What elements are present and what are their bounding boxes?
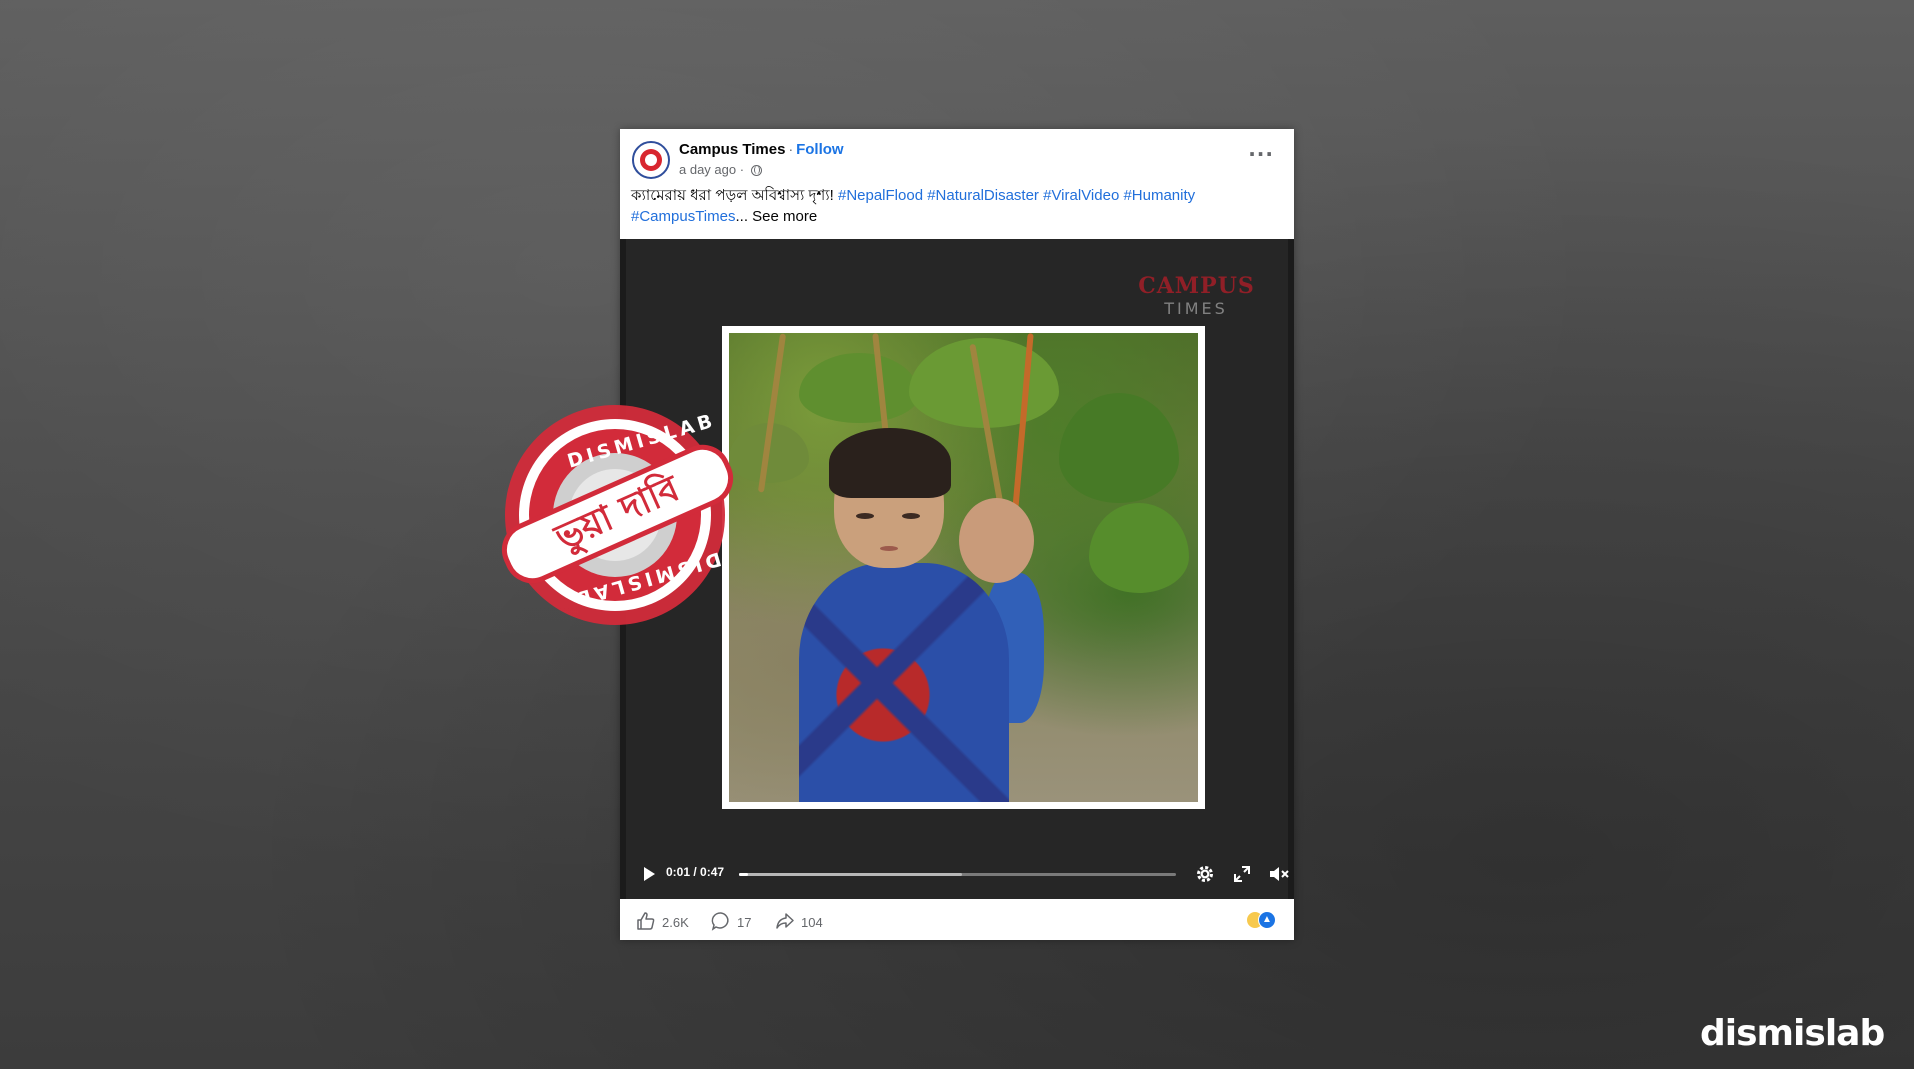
leaf	[1059, 393, 1179, 503]
child-shirt	[799, 563, 1009, 802]
reactions-summary[interactable]: ▲	[1246, 910, 1282, 930]
post-caption: ক্যামেরায় ধরা পড়ল অবিশ্বাস্য দৃশ্য! #N…	[631, 185, 1281, 227]
more-options-icon[interactable]: ···	[1248, 144, 1274, 164]
video-controls: 0:01 / 0:47	[632, 849, 1294, 899]
avatar-logo-center	[645, 154, 657, 166]
video-watermark: CAMPUS	[1138, 273, 1255, 299]
page-name-link[interactable]: Campus Times	[679, 141, 785, 158]
thumbs-up-icon	[637, 912, 655, 930]
video-thumbnail-children-in-forest	[729, 333, 1198, 802]
leaf	[799, 353, 919, 423]
hashtag-link[interactable]: #Humanity	[1123, 187, 1195, 204]
share-button[interactable]: 104	[775, 911, 823, 931]
fake-claim-stamp: DISMISLAB DISMISLAB ভুয়া দাবি	[492, 400, 743, 630]
video-photo-frame	[722, 326, 1205, 809]
baby-head	[959, 498, 1034, 583]
hashtag-link[interactable]: #CampusTimes	[631, 208, 735, 225]
comment-button[interactable]: 17	[711, 911, 751, 931]
play-icon[interactable]	[644, 867, 655, 881]
mute-icon[interactable]	[1268, 863, 1290, 885]
post-meta: a day ago ·	[679, 162, 762, 177]
video-time: 0:01 / 0:47	[666, 865, 725, 879]
share-count: 104	[801, 915, 823, 930]
like-button[interactable]: 2.6K	[636, 911, 689, 931]
child-eye	[902, 513, 920, 519]
share-icon	[776, 913, 794, 929]
comment-icon	[711, 912, 729, 931]
name-line: Campus Times · Follow	[679, 141, 844, 158]
like-reaction-icon: ▲	[1258, 911, 1276, 929]
child-mouth	[880, 546, 898, 551]
gear-icon[interactable]	[1194, 863, 1216, 885]
dismislab-logo: dismislab	[1700, 1013, 1885, 1054]
child-hair	[829, 428, 951, 498]
hashtag-link[interactable]: #ViralVideo	[1043, 187, 1119, 204]
page-avatar[interactable]	[632, 141, 670, 179]
video-progress-bar[interactable]	[739, 873, 1176, 876]
caption-ellipsis: ...	[735, 208, 748, 225]
follow-button[interactable]: Follow	[796, 141, 844, 158]
video-watermark-sub: TIMES	[1164, 299, 1228, 318]
caption-text: ক্যামেরায় ধরা পড়ল অবিশ্বাস্য দৃশ্য!	[631, 187, 838, 204]
like-count: 2.6K	[662, 915, 689, 930]
post-footer: 2.6K 17 104 ▲	[620, 899, 1294, 940]
post-header: Campus Times · Follow a day ago · ··· ক্যা…	[620, 129, 1294, 239]
globe-icon	[750, 165, 762, 176]
expand-icon[interactable]	[1231, 863, 1253, 885]
hashtag-link[interactable]: #NaturalDisaster	[927, 187, 1039, 204]
post-timestamp[interactable]: a day ago ·	[679, 162, 744, 177]
video-progress-buffered	[739, 873, 962, 876]
child-eye	[856, 513, 874, 519]
name-separator: ·	[788, 141, 794, 157]
video-progress-played	[739, 873, 748, 876]
hashtag-link[interactable]: #NepalFlood	[838, 187, 923, 204]
leaf	[1089, 503, 1189, 593]
comment-count: 17	[737, 915, 752, 930]
see-more-link[interactable]: See more	[752, 208, 817, 225]
